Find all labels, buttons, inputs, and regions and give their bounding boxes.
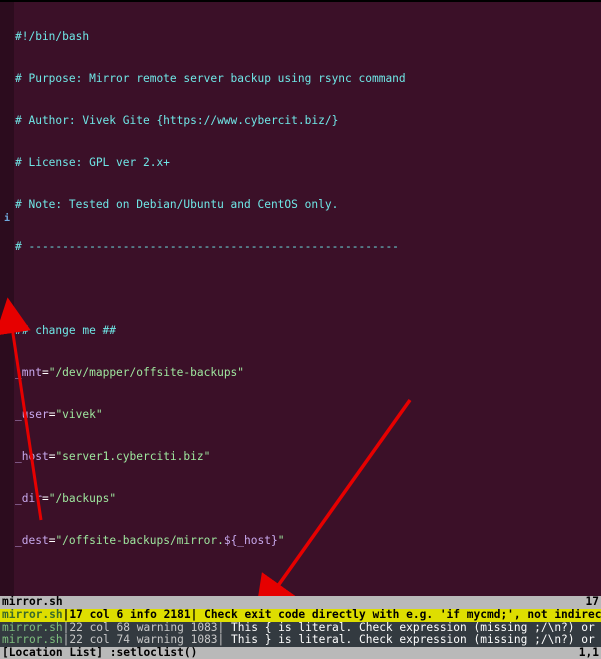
var-name: _host xyxy=(15,450,49,463)
comment: # Purpose: Mirror remote server backup u… xyxy=(15,72,406,85)
editor-window: i ▲ #!/bin/bash # Purpose: Mirror remote… xyxy=(0,0,601,659)
var-name: _dest xyxy=(15,534,49,547)
buffer-name: mirror.sh xyxy=(2,596,63,608)
gutter: i ▲ xyxy=(0,2,14,596)
loclist-title: [Location List] :setloclist() xyxy=(2,647,197,659)
string: "/offsite-backups/mirror. xyxy=(55,534,223,547)
warning-sign-icon: ▲ xyxy=(2,310,12,324)
var-name: _dir xyxy=(15,492,42,505)
line-number: 17 xyxy=(586,596,599,609)
info-sign-icon: i xyxy=(2,212,12,226)
var-expansion: ${_host} xyxy=(224,534,278,547)
comment: # --------------------------------------… xyxy=(15,240,399,253)
quickfix-item[interactable]: mirror.sh|22 col 68 warning 1083| This {… xyxy=(0,622,601,635)
qf-file: mirror.sh xyxy=(2,634,63,646)
comment: # Note: Tested on Debian/Ubuntu and Cent… xyxy=(15,198,338,211)
string: " xyxy=(278,534,285,547)
qf-msg: This { is literal. Check expression (mis… xyxy=(224,622,601,634)
quickfix-selected[interactable]: mirror.sh|17 col 6 info 2181| Check exit… xyxy=(0,609,601,622)
code-buffer[interactable]: #!/bin/bash # Purpose: Mirror remote ser… xyxy=(14,2,601,596)
loclist-pos: 1,1 xyxy=(579,647,599,659)
var-name: _mnt xyxy=(15,366,42,379)
status-area: mirror.sh 17 mirror.sh|17 col 6 info 218… xyxy=(0,596,601,659)
string: "vivek" xyxy=(55,408,102,421)
comment: # License: GPL ver 2.x+ xyxy=(15,156,170,169)
buffer-status-line: mirror.sh 17 xyxy=(0,596,601,609)
comment: # Author: Vivek Gite {https://www.cyberc… xyxy=(15,114,338,127)
var-name: _user xyxy=(15,408,49,421)
qf-msg: Check exit code directly with e.g. 'if m… xyxy=(197,609,601,621)
qf-loc: |22 col 74 warning 1083| xyxy=(63,634,225,646)
shebang: #!/bin/bash xyxy=(15,30,89,43)
qf-file: mirror.sh xyxy=(2,622,63,634)
quickfix-item[interactable]: mirror.sh|22 col 74 warning 1083| This }… xyxy=(0,634,601,647)
qf-file: mirror.sh xyxy=(2,609,63,621)
string: "server1.cyberciti.biz" xyxy=(55,450,210,463)
qf-msg: This } is literal. Check expression (mis… xyxy=(224,634,601,646)
qf-loc: |22 col 68 warning 1083| xyxy=(63,622,225,634)
string: "/backups" xyxy=(49,492,116,505)
location-list-status: [Location List] :setloclist() 1,1 xyxy=(0,647,601,659)
section-header: ## change me ## xyxy=(15,324,116,337)
qf-loc: |17 col 6 info 2181| xyxy=(63,609,198,621)
string: "/dev/mapper/offsite-backups" xyxy=(49,366,244,379)
code-area[interactable]: i ▲ #!/bin/bash # Purpose: Mirror remote… xyxy=(0,2,601,596)
